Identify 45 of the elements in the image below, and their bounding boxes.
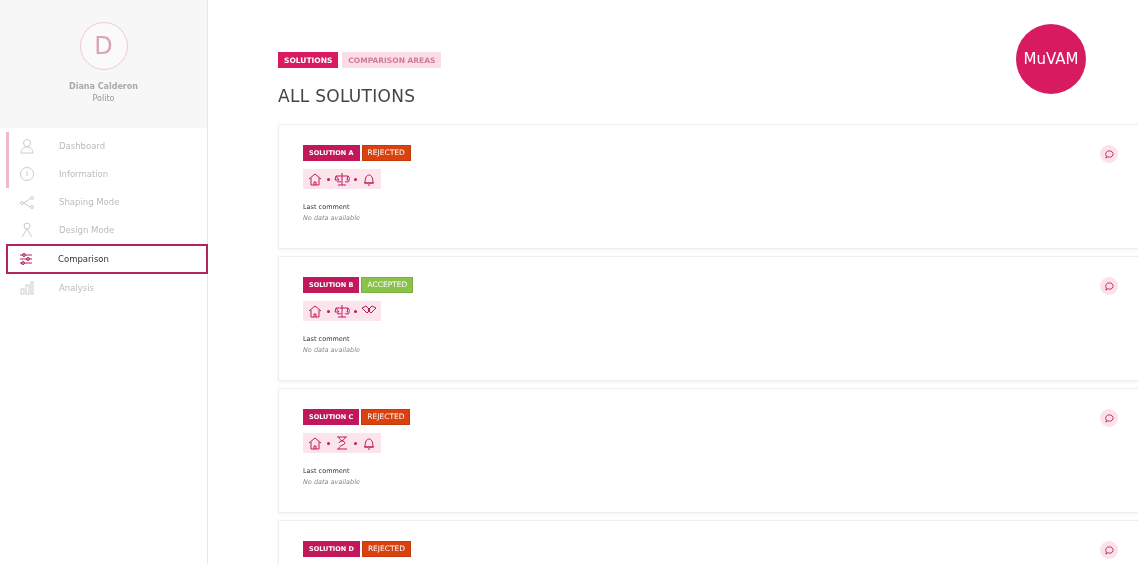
comment-button[interactable] <box>1100 409 1118 427</box>
nav-label: Comparison <box>58 254 109 264</box>
chat-icon <box>1104 413 1114 423</box>
info-icon <box>19 166 35 182</box>
comment-button[interactable] <box>1100 541 1118 559</box>
comment-button[interactable] <box>1100 145 1118 163</box>
nav-item[interactable]: Shaping Mode <box>6 188 208 216</box>
chat-icon <box>1104 545 1114 555</box>
page-title: ALL SOLUTIONS <box>278 86 417 106</box>
chat-icon <box>1104 281 1114 291</box>
bell-icon <box>361 171 377 187</box>
nav-label: Shaping Mode <box>59 197 120 207</box>
separator-dot <box>354 441 357 445</box>
nav-item[interactable]: Design Mode <box>6 216 208 244</box>
nav-item[interactable]: Dashboard <box>6 132 208 160</box>
scales-icon <box>334 303 350 319</box>
nav-item[interactable]: Analysis <box>6 274 208 302</box>
separator-dot <box>327 441 330 445</box>
sliders-icon <box>18 251 34 267</box>
comment-button[interactable] <box>1100 277 1118 295</box>
separator-dot <box>327 309 330 313</box>
user-name: Diana Calderon <box>69 82 138 91</box>
nav-label: Dashboard <box>59 141 106 151</box>
nav-item[interactable]: Information <box>6 160 208 188</box>
nav-item[interactable]: Comparison <box>6 244 208 274</box>
separator-dot <box>327 177 330 181</box>
house-icon <box>307 303 323 319</box>
person-icon <box>19 222 35 238</box>
separator-dot <box>354 309 357 313</box>
network-icon <box>19 194 35 210</box>
bell-icon <box>361 435 377 451</box>
bar-chart-icon <box>19 280 35 296</box>
chat-icon <box>1104 149 1114 159</box>
separator-dot <box>354 177 357 181</box>
nav-label: Analysis <box>59 283 95 293</box>
avatar: D <box>79 22 128 70</box>
logo: MuVAM <box>1016 24 1086 94</box>
nav-label: Design Mode <box>59 225 115 235</box>
nav-label: Information <box>59 169 109 179</box>
user-affiliation: Polito <box>92 94 115 103</box>
user-icon <box>19 138 35 154</box>
scales-icon <box>334 171 350 187</box>
hourglass-icon <box>334 435 350 451</box>
house-icon <box>307 435 323 451</box>
house-icon <box>307 171 323 187</box>
